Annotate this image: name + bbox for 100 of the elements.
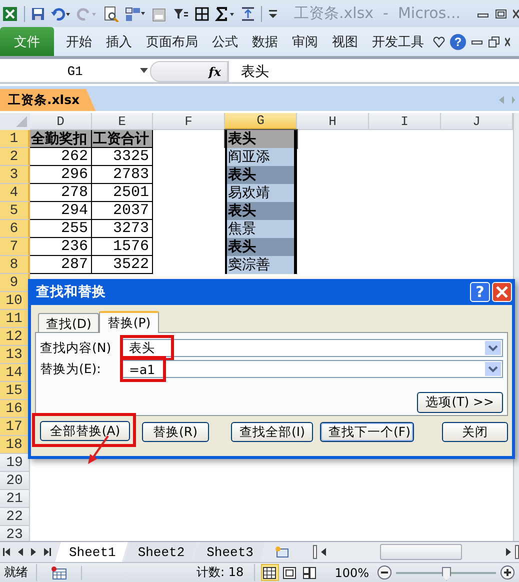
scroll-right-icon[interactable]: [506, 548, 511, 556]
help-button[interactable]: ?: [450, 34, 466, 50]
dialog-button[interactable]: 查找下一个(F): [320, 422, 414, 442]
layout-icon[interactable]: [125, 6, 145, 22]
align-icon[interactable]: [241, 6, 255, 20]
filter-icon[interactable]: [173, 6, 189, 20]
undo-icon[interactable]: [51, 6, 71, 20]
previous-sheet-icon[interactable]: [18, 548, 23, 556]
options-button[interactable]: 选项(T) >>: [416, 392, 503, 413]
sum-icon[interactable]: [215, 6, 235, 20]
header-cell: 表头: [225, 202, 297, 220]
row-header[interactable]: 9: [0, 274, 30, 292]
row-header[interactable]: 15: [0, 382, 30, 400]
macro-record-icon[interactable]: [51, 566, 67, 580]
dropdown-icon[interactable]: [485, 341, 501, 355]
dialog-button[interactable]: 全部替换(A): [40, 421, 130, 441]
file-tab[interactable]: 文件: [0, 27, 54, 56]
last-sheet-icon[interactable]: [44, 548, 51, 556]
row-header[interactable]: 8: [0, 256, 30, 274]
zoom-in-icon[interactable]: [500, 565, 515, 580]
ribbon-tab[interactable]: 开始: [59, 27, 99, 56]
row-header[interactable]: 2: [0, 148, 30, 166]
page-layout-button[interactable]: [280, 564, 299, 581]
ribbon-tab[interactable]: 页面布局: [139, 27, 205, 56]
sheet-tab[interactable]: Sheet3: [192, 542, 266, 562]
scroll-thumb[interactable]: [380, 544, 462, 560]
ribbon-tab[interactable]: 审阅: [285, 27, 325, 56]
ribbon-tab[interactable]: 插入: [99, 27, 139, 56]
row-header[interactable]: 11: [0, 310, 30, 328]
page-break-button[interactable]: [300, 564, 319, 581]
dialog-button[interactable]: 替换(R): [142, 422, 208, 442]
window-title: 工资条.xlsx - Micros...: [294, 4, 460, 23]
normal-view-button[interactable]: [260, 564, 279, 581]
splitter-handle-icon[interactable]: [515, 545, 519, 559]
row-header[interactable]: 16: [0, 400, 30, 418]
close-icon[interactable]: [505, 36, 510, 48]
restore-icon[interactable]: [488, 36, 500, 48]
restore-icon[interactable]: [495, 8, 507, 20]
ribbon-tab[interactable]: 公式: [205, 27, 245, 56]
ribbon-tab[interactable]: 视图: [325, 27, 365, 56]
insert-sheet-icon[interactable]: [275, 546, 290, 558]
dialog-tab[interactable]: 替换(P): [99, 311, 159, 333]
row-header[interactable]: 21: [0, 490, 30, 508]
row-header[interactable]: 12: [0, 328, 30, 346]
dialog-button[interactable]: 查找全部(I): [230, 422, 312, 442]
row-header[interactable]: 4: [0, 184, 30, 202]
first-sheet-icon[interactable]: [3, 548, 10, 556]
table-cell: 3522: [92, 256, 153, 274]
row-header[interactable]: 14: [0, 364, 30, 382]
column-header[interactable]: G: [225, 113, 297, 130]
scroll-left-icon[interactable]: [321, 548, 326, 556]
dialog-button[interactable]: 关闭: [442, 422, 508, 442]
column-header[interactable]: D: [30, 113, 92, 130]
zoom-level[interactable]: 100%: [326, 566, 377, 580]
column-header[interactable]: E: [92, 113, 153, 130]
zoom-out-icon[interactable]: [377, 565, 392, 580]
sheet-tab[interactable]: Sheet1: [55, 542, 128, 562]
save-icon[interactable]: [31, 6, 45, 20]
column-header[interactable]: H: [297, 113, 369, 130]
table-cell: 236: [30, 238, 92, 256]
column-header[interactable]: J: [441, 113, 513, 130]
replace-field[interactable]: =a1: [122, 360, 503, 378]
row-header[interactable]: 19: [0, 454, 30, 472]
workbook-tab[interactable]: 工资条.xlsx: [0, 89, 96, 111]
dialog-tab[interactable]: 查找(D): [38, 313, 100, 332]
calculator-icon[interactable]: [151, 6, 167, 22]
sheet-tab[interactable]: Sheet2: [124, 542, 197, 562]
insert-function-button[interactable]: fx: [208, 64, 221, 78]
splitter-handle-icon[interactable]: [313, 545, 317, 559]
borders-icon[interactable]: [195, 6, 209, 20]
ribbon-tab[interactable]: 数据: [245, 27, 285, 56]
row-header[interactable]: 3: [0, 166, 30, 184]
table-cell: 易欢靖: [225, 184, 297, 202]
heart-icon[interactable]: [433, 36, 445, 48]
dropdown-icon[interactable]: [485, 362, 501, 376]
customize-caret-icon[interactable]: [268, 8, 278, 20]
row-header[interactable]: 10: [0, 292, 30, 310]
row-header[interactable]: 18: [0, 436, 30, 454]
row-header[interactable]: 20: [0, 472, 30, 490]
row-header[interactable]: 6: [0, 220, 30, 238]
help-button[interactable]: ?: [470, 282, 490, 302]
next-sheet-icon[interactable]: [31, 548, 36, 556]
close-icon[interactable]: [513, 8, 519, 20]
row-header[interactable]: 7: [0, 238, 30, 256]
row-header[interactable]: 1: [0, 130, 30, 148]
find-field[interactable]: 表头: [122, 339, 503, 357]
row-header[interactable]: 23: [0, 526, 30, 541]
close-button[interactable]: [492, 282, 512, 302]
row-header[interactable]: 22: [0, 508, 30, 526]
dropdown-caret-icon[interactable]: [140, 68, 148, 73]
formula-field[interactable]: 表头: [228, 61, 519, 82]
row-header[interactable]: 17: [0, 418, 30, 436]
column-header[interactable]: I: [369, 113, 441, 130]
column-header[interactable]: F: [153, 113, 225, 130]
status-text: 就绪: [0, 564, 37, 581]
zoom-thumb[interactable]: [442, 566, 451, 580]
row-header[interactable]: 13: [0, 346, 30, 364]
ribbon-tab[interactable]: 开发工具: [365, 27, 431, 56]
row-header[interactable]: 5: [0, 202, 30, 220]
print-preview-icon[interactable]: [103, 6, 119, 22]
